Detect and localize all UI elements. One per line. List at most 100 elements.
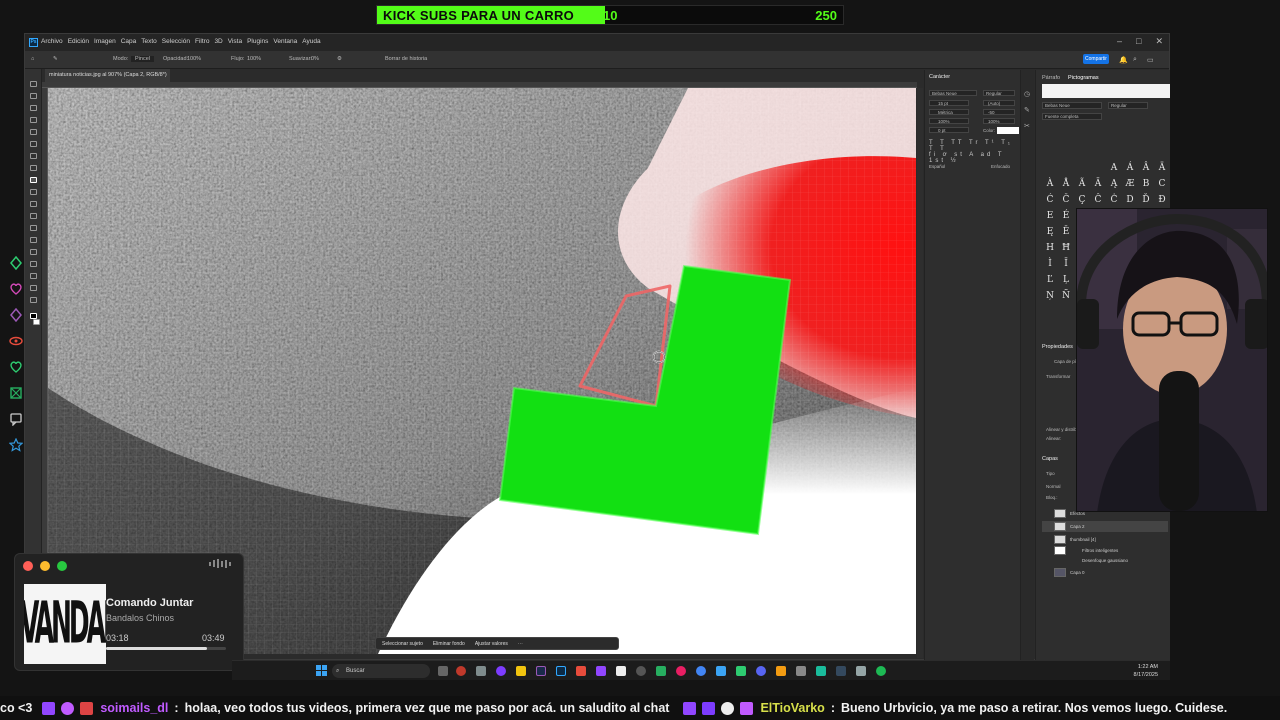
- antialias-select[interactable]: Enfocado: [991, 164, 1010, 169]
- app-icon-white[interactable]: [616, 666, 626, 676]
- menu-ayuda[interactable]: Ayuda: [302, 38, 320, 45]
- eraser-tool-icon[interactable]: [30, 201, 37, 207]
- glyph-cell[interactable]: Ľ: [1042, 272, 1058, 288]
- app-icon-gray[interactable]: [476, 666, 486, 676]
- tab-paragraph[interactable]: Párrafo: [1042, 75, 1060, 81]
- pen-tool-icon[interactable]: [30, 237, 37, 243]
- glyph-cell[interactable]: À: [1042, 176, 1058, 192]
- file-explorer-icon[interactable]: [516, 666, 526, 676]
- glyph-cell[interactable]: Ī: [1058, 256, 1074, 272]
- gradient-tool-icon[interactable]: [30, 213, 37, 219]
- stamp-tool-icon[interactable]: [30, 189, 37, 195]
- app-icon-teal[interactable]: [816, 666, 826, 676]
- vertical-scale-field[interactable]: 100%: [929, 118, 969, 124]
- brush-settings-icon[interactable]: ✎: [1024, 106, 1030, 114]
- menu-filtro[interactable]: Filtro: [195, 38, 209, 45]
- layer-row[interactable]: thumbnail [4]: [1042, 534, 1168, 545]
- mode-select[interactable]: Pincel: [131, 56, 154, 62]
- glyph-filter-select[interactable]: Fuente completa: [1042, 113, 1102, 120]
- glyph-cell[interactable]: Ä: [1154, 160, 1170, 176]
- app-icon-red-2[interactable]: [576, 666, 586, 676]
- glyph-cell[interactable]: Ċ: [1106, 192, 1122, 208]
- chrome-icon[interactable]: [696, 666, 706, 676]
- more-options-icon[interactable]: ⋯: [518, 641, 523, 647]
- glyph-style-select[interactable]: Regular: [1108, 102, 1148, 109]
- layers-filter-kind[interactable]: Tipo: [1046, 471, 1055, 476]
- glyph-cell[interactable]: D: [1122, 192, 1138, 208]
- language-select[interactable]: Español: [929, 164, 945, 169]
- minimize-dot-icon[interactable]: [40, 561, 50, 571]
- menu-ventana[interactable]: Ventana: [273, 38, 297, 45]
- eyedropper-tool-icon[interactable]: [30, 153, 37, 159]
- menu-seleccion[interactable]: Selección: [162, 38, 190, 45]
- glyph-cell[interactable]: Å: [1058, 176, 1074, 192]
- app-icon-green-2[interactable]: [736, 666, 746, 676]
- kerning-field[interactable]: Métrica: [929, 109, 969, 115]
- glyph-cell[interactable]: [1042, 160, 1058, 176]
- app-icon-dark[interactable]: [836, 666, 846, 676]
- menu-capa[interactable]: Capa: [121, 38, 137, 45]
- app-icon-circle[interactable]: [636, 666, 646, 676]
- transform-section[interactable]: Transformar: [1046, 374, 1070, 379]
- glyph-cell[interactable]: C: [1154, 176, 1170, 192]
- glyph-cell[interactable]: [1074, 160, 1090, 176]
- document-tab[interactable]: miniatura noticias.jpg al 907% (Capa 2, …: [45, 69, 170, 91]
- glyph-cell[interactable]: Ĉ: [1090, 192, 1106, 208]
- app-icon-pink[interactable]: [676, 666, 686, 676]
- menu-edicion[interactable]: Edición: [68, 38, 89, 45]
- glyph-cell[interactable]: Đ: [1154, 192, 1170, 208]
- layer-row[interactable]: Capa 0: [1042, 567, 1168, 578]
- brush-tool-icon[interactable]: [30, 177, 37, 183]
- search-icon[interactable]: ⌕: [1133, 56, 1137, 64]
- erase-history-checkbox[interactable]: Borrar de historia: [385, 56, 427, 62]
- layer-row[interactable]: Desenfoque gaussiano: [1042, 555, 1168, 566]
- glyph-cell[interactable]: Ď: [1138, 192, 1154, 208]
- glyph-cell[interactable]: Ļ: [1058, 272, 1074, 288]
- smooth-value[interactable]: 0%: [311, 56, 319, 62]
- glyph-cell[interactable]: Ą: [1106, 176, 1122, 192]
- leading-field[interactable]: (Auto): [983, 100, 1015, 106]
- minimize-icon[interactable]: –: [1117, 36, 1122, 47]
- song-progress-track[interactable]: [106, 647, 226, 650]
- glyph-cell[interactable]: [1058, 160, 1074, 176]
- windows-start-icon[interactable]: [316, 665, 327, 676]
- app-icon-silver[interactable]: [856, 666, 866, 676]
- premiere-icon[interactable]: [536, 666, 546, 676]
- maximize-icon[interactable]: □: [1136, 36, 1141, 47]
- glyph-cell[interactable]: Ñ: [1058, 288, 1074, 304]
- workspace-icon[interactable]: ▭: [1147, 56, 1154, 64]
- horizontal-scale-field[interactable]: 100%: [983, 118, 1015, 124]
- flow-value[interactable]: 100%: [247, 56, 261, 62]
- baseline-field[interactable]: 0 pt: [929, 127, 969, 133]
- close-dot-icon[interactable]: [23, 561, 33, 571]
- lasso-tool-icon[interactable]: [30, 105, 37, 111]
- menu-3d[interactable]: 3D: [214, 38, 222, 45]
- font-size-field[interactable]: 15 pt: [929, 100, 969, 106]
- remove-background-button[interactable]: Eliminar fondo: [433, 641, 465, 647]
- glyph-cell[interactable]: [1090, 160, 1106, 176]
- quick-select-tool-icon[interactable]: [30, 117, 37, 123]
- glyph-font-select[interactable]: Bebas Neue: [1042, 102, 1102, 109]
- glyph-cell[interactable]: Ã: [1074, 176, 1090, 192]
- share-button[interactable]: Compartir: [1083, 54, 1109, 64]
- move-tool-icon[interactable]: [30, 81, 37, 87]
- opacity-value[interactable]: 100%: [187, 56, 201, 62]
- history-icon[interactable]: ◷: [1024, 90, 1030, 98]
- glyph-cell[interactable]: A: [1106, 160, 1122, 176]
- glyph-cell[interactable]: É: [1058, 208, 1074, 224]
- gear-icon[interactable]: ⚙: [337, 56, 342, 62]
- discord-icon[interactable]: [756, 666, 766, 676]
- blend-mode-select[interactable]: Normal: [1046, 484, 1061, 489]
- select-subject-button[interactable]: Seleccionar sujeto: [382, 641, 423, 647]
- spotify-icon[interactable]: [876, 666, 886, 676]
- task-view-icon[interactable]: [438, 666, 448, 676]
- font-style-select[interactable]: Regular: [983, 90, 1015, 96]
- taskbar-search[interactable]: ⌕ Buscar: [332, 664, 430, 678]
- glyph-cell[interactable]: Ì: [1042, 256, 1058, 272]
- tools-preset-icon[interactable]: ✂: [1024, 122, 1030, 130]
- twitch-icon[interactable]: [596, 666, 606, 676]
- app-icon-red[interactable]: [456, 666, 466, 676]
- opentype-buttons[interactable]: fi ơ st A ad T 1st ½: [929, 152, 1020, 164]
- app-icon-gray-2[interactable]: [796, 666, 806, 676]
- glyph-cell[interactable]: Á: [1122, 160, 1138, 176]
